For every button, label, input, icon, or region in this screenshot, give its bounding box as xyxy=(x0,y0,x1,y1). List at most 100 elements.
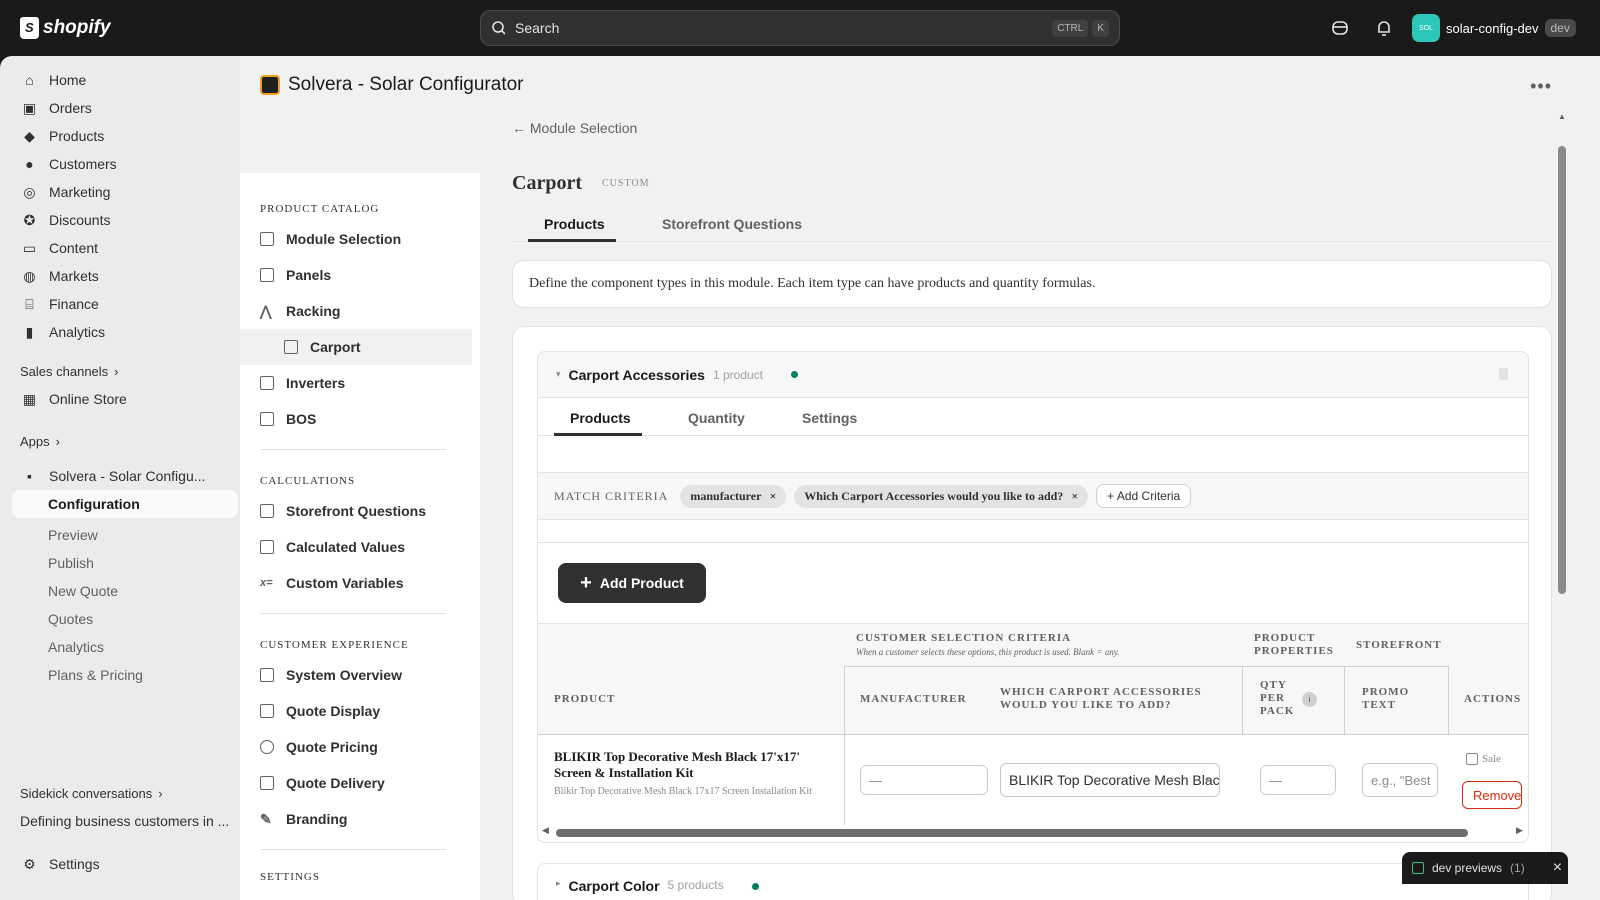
chip-label: manufacturer xyxy=(690,488,762,503)
vertical-scrollbar[interactable]: ▲ xyxy=(1556,112,1568,900)
pen-icon: ✎ xyxy=(260,810,272,827)
nav-racking[interactable]: ⋀ Racking xyxy=(260,293,472,329)
nav-label: Custom Variables xyxy=(286,575,404,591)
sidebar-item-finance[interactable]: ⌸ Finance xyxy=(12,290,238,318)
accordion-carport-color[interactable]: ▸ Carport Color 5 products xyxy=(537,863,1529,900)
admin-sidebar: ⌂ Home ▣ Orders ◆ Products ● Customers ◎ Mark… xyxy=(0,56,240,900)
accessory-select[interactable]: BLIKIR Top Decorative Mesh Black...▾ xyxy=(1000,763,1220,797)
sidebar-item-new-quote[interactable]: New Quote xyxy=(48,583,118,599)
promo-placeholder: e.g., "Best xyxy=(1371,772,1431,788)
tab-storefront-questions[interactable]: Storefront Questions xyxy=(662,216,802,232)
close-icon[interactable]: × xyxy=(769,489,776,504)
sidebar-item-label: Content xyxy=(49,240,99,256)
remove-button[interactable]: Remove xyxy=(1462,781,1522,809)
accordion-tabs: Products Quantity Settings xyxy=(538,398,1528,436)
nav-storefront-questions[interactable]: Storefront Questions xyxy=(260,493,472,529)
sidebar-item-discounts[interactable]: ✪ Discounts xyxy=(12,206,238,234)
logo-text: shopify xyxy=(43,17,111,38)
nav-bos[interactable]: BOS xyxy=(260,401,472,437)
sidebar-item-online-store[interactable]: ▦ Online Store xyxy=(12,385,238,413)
nav-quote-display[interactable]: Quote Display xyxy=(260,693,472,729)
configurator-nav: PRODUCT CATALOG Module Selection Panels … xyxy=(240,173,480,900)
group-storefront: STOREFRONT xyxy=(1356,639,1442,651)
nav-branding[interactable]: ✎ Branding xyxy=(260,801,472,837)
nav-carport[interactable]: Carport xyxy=(240,329,472,365)
col-actions: ACTIONS xyxy=(1464,693,1522,705)
apps-heading[interactable]: Apps › xyxy=(20,434,60,449)
nav-calculated-values[interactable]: Calculated Values xyxy=(260,529,472,565)
grid-icon xyxy=(260,232,274,246)
bell-icon[interactable] xyxy=(1374,18,1394,38)
nav-quote-pricing[interactable]: Quote Pricing xyxy=(260,729,472,765)
dev-previews-bar[interactable]: dev previews (1) × xyxy=(1402,852,1568,884)
store-menu[interactable]: SOL solar-config-dev dev xyxy=(1412,14,1576,42)
nav-panels[interactable]: Panels xyxy=(260,257,472,293)
subtab-products[interactable]: Products xyxy=(570,410,631,426)
sidebar-item-content[interactable]: ▭ Content xyxy=(12,234,238,262)
criteria-chip[interactable]: manufacturer × xyxy=(680,484,787,508)
trash-icon[interactable] xyxy=(1499,368,1508,380)
more-actions-icon[interactable]: ••• xyxy=(1530,76,1552,97)
scrollbar-thumb[interactable] xyxy=(556,829,1468,837)
sidekick-heading[interactable]: Sidekick conversations › xyxy=(20,786,163,801)
sidebar-item-customers[interactable]: ● Customers xyxy=(12,150,238,178)
shopify-logo[interactable]: shopify xyxy=(20,15,111,41)
sidebar-item-plans-pricing[interactable]: Plans & Pricing xyxy=(48,667,143,683)
nav-quote-delivery[interactable]: Quote Delivery xyxy=(260,765,472,801)
nav-custom-variables[interactable]: x= Custom Variables xyxy=(260,565,472,601)
subtab-quantity[interactable]: Quantity xyxy=(688,410,745,426)
monitor-icon: ▭ xyxy=(22,239,37,256)
nav-label: Panels xyxy=(286,267,332,283)
scroll-left-icon[interactable]: ◀ xyxy=(542,825,549,836)
sidebar-item-orders[interactable]: ▣ Orders xyxy=(12,94,238,122)
search-bar[interactable]: Search CTRL K xyxy=(480,10,1120,46)
add-product-label: Add Product xyxy=(599,575,684,591)
nav-system-overview[interactable]: System Overview xyxy=(260,657,472,693)
close-icon[interactable]: × xyxy=(1071,489,1078,504)
horizontal-scrollbar[interactable]: ◀ ▶ xyxy=(538,825,1528,839)
sidebar-item-analytics[interactable]: ▮ Analytics xyxy=(12,318,238,346)
sidebar-item-markets[interactable]: ◍ Markets xyxy=(12,262,238,290)
sidebar-item-preview[interactable]: Preview xyxy=(48,527,98,543)
tab-products[interactable]: Products xyxy=(544,216,605,232)
sidebar-item-configuration[interactable]: Configuration xyxy=(12,490,238,518)
sidebar-item-app-analytics[interactable]: Analytics xyxy=(48,639,104,655)
manufacturer-input[interactable]: — xyxy=(860,765,988,795)
scroll-right-icon[interactable]: ▶ xyxy=(1516,825,1523,836)
info-icon[interactable]: i xyxy=(1302,692,1317,707)
criteria-chip[interactable]: Which Carport Accessories would you like… xyxy=(794,484,1089,508)
nav-module-selection[interactable]: Module Selection xyxy=(260,221,472,257)
kbd-k: K xyxy=(1092,19,1109,37)
home-icon: ⌂ xyxy=(25,72,34,88)
page-title: Carport xyxy=(512,172,582,194)
nav-inverters[interactable]: Inverters xyxy=(260,365,472,401)
back-link[interactable]: ← Module Selection xyxy=(512,120,637,136)
close-icon[interactable]: × xyxy=(1553,859,1562,877)
col-divider xyxy=(844,666,845,734)
add-product-button[interactable]: + Add Product xyxy=(558,563,706,603)
sidebar-item-products[interactable]: ◆ Products xyxy=(12,122,238,150)
qty-per-pack-input[interactable]: — xyxy=(1260,765,1336,795)
accordion-header[interactable]: ▾ Carport Accessories 1 product xyxy=(538,352,1528,398)
document-icon xyxy=(260,668,274,682)
add-criteria-button[interactable]: + Add Criteria xyxy=(1096,484,1192,508)
sale-checkbox[interactable]: Sale xyxy=(1466,753,1501,765)
promo-text-input[interactable]: e.g., "Best xyxy=(1362,763,1438,797)
sidebar-item-quotes[interactable]: Quotes xyxy=(48,611,93,627)
scrollbar-thumb[interactable] xyxy=(1558,146,1566,594)
col-divider xyxy=(844,735,845,825)
scroll-up-icon[interactable]: ▲ xyxy=(1558,112,1566,121)
sales-channels-label: Sales channels xyxy=(20,364,109,379)
sidebar-item-app[interactable]: ▪ Solvera - Solar Configu... xyxy=(12,462,238,490)
sidekick-icon[interactable] xyxy=(1330,18,1350,38)
sidebar-item-settings[interactable]: ⚙ Settings xyxy=(12,850,238,878)
sidebar-item-home[interactable]: ⌂ Home xyxy=(12,66,238,94)
status-dot xyxy=(751,883,759,890)
subtab-settings[interactable]: Settings xyxy=(802,410,857,426)
divider xyxy=(260,449,446,450)
sidekick-conversation-item[interactable]: Defining business customers in ... xyxy=(20,813,229,829)
sidebar-item-publish[interactable]: Publish xyxy=(48,555,94,571)
sidebar-item-marketing[interactable]: ◎ Marketing xyxy=(12,178,238,206)
sales-channels-heading[interactable]: Sales channels › xyxy=(20,364,119,379)
product-subtitle: Blikir Top Decorative Mesh Black 17x17 S… xyxy=(554,786,812,797)
